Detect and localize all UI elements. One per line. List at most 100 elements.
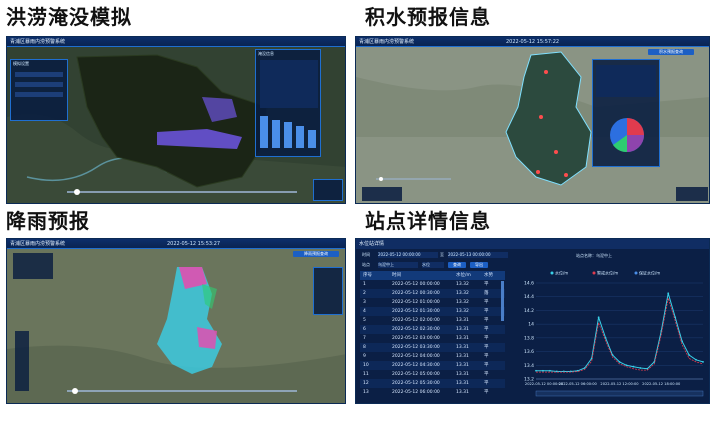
waterlog-corner-widget[interactable]: [676, 187, 708, 201]
waterlog-forecast-screen: 青浦区暴雨内涝预警系统 2022-05-12 15:57:22 积水预报查询: [355, 36, 710, 204]
flood-side-field[interactable]: [15, 92, 63, 97]
data-point: [681, 340, 684, 343]
table-cell: 平: [484, 354, 489, 359]
waterlog-query-button[interactable]: 积水预报查询: [648, 49, 694, 55]
waterlog-pie-chart: [596, 65, 656, 153]
table-cell: 平: [484, 345, 489, 350]
waterlog-info-panel: [592, 59, 660, 167]
table-row[interactable]: 12 2022-05-12 05:30:00 13.31 平: [360, 379, 505, 388]
station-station-label: 站点: [362, 262, 370, 267]
column-header: 时间: [392, 273, 401, 278]
table-row[interactable]: 2 2022-05-12 00:30:00 13.32 落: [360, 289, 505, 298]
waterlog-header: 青浦区暴雨内涝预警系统 2022-05-12 15:57:22: [356, 37, 709, 47]
legend-swatch: [550, 271, 554, 275]
station-type-select[interactable]: 水位: [422, 262, 444, 268]
table-cell: 平: [484, 381, 489, 386]
data-point: [639, 367, 642, 369]
station-detail-screen: 水位站详情 时间 2022-05-12 00:00:00 至 2022-05-1…: [355, 238, 710, 404]
table-cell: 13.31: [456, 372, 469, 377]
data-point: [597, 316, 600, 319]
flood-simulation-screen: 青浦区暴雨内涝预警系统 模拟设置 淹没信息: [6, 36, 346, 204]
data-point: [583, 367, 586, 369]
station-table-scrollbar[interactable]: [501, 281, 504, 321]
x-tick-label: 2022-05-12 12:00:00: [600, 382, 639, 386]
table-cell: 平: [484, 309, 489, 314]
rain-header-time: 2022-05-12 15:53:27: [167, 241, 221, 247]
flood-side-field[interactable]: [15, 82, 63, 87]
column-header: 水势: [484, 273, 493, 278]
panel-title-rain: 降雨预报: [6, 209, 90, 233]
rain-map[interactable]: [7, 239, 346, 404]
station-query-button[interactable]: 查询: [448, 262, 466, 268]
y-tick-label: 14.2: [524, 308, 534, 314]
table-cell: 10: [363, 363, 369, 368]
table-cell: 2022-05-12 04:00:00: [392, 354, 440, 359]
table-row[interactable]: 10 2022-05-12 04:30:00 13.31 平: [360, 361, 505, 370]
table-row[interactable]: 6 2022-05-12 02:30:00 13.31 平: [360, 325, 505, 334]
rain-toolbar[interactable]: [15, 331, 29, 391]
table-cell: 平: [484, 336, 489, 341]
panel-title-flood: 洪涝淹没模拟: [6, 5, 132, 29]
data-point: [549, 369, 551, 372]
table-cell: 11: [363, 372, 369, 377]
column-header: 水位/m: [456, 273, 471, 278]
table-cell: 13.32: [456, 309, 469, 314]
table-cell: 8: [363, 345, 366, 350]
station-time-end-input[interactable]: 2022-05-13 00:00:00: [448, 252, 508, 258]
station-time-start-input[interactable]: 2022-05-12 00:00:00: [378, 252, 438, 258]
table-cell: 3: [363, 300, 366, 305]
table-cell: 落: [484, 291, 489, 296]
data-point: [542, 369, 544, 372]
legend-label: 警戒水位/m: [597, 270, 618, 276]
table-cell: 2022-05-12 06:00:00: [392, 390, 440, 395]
table-cell: 13.31: [456, 390, 469, 395]
legend-swatch: [592, 271, 596, 275]
table-cell: 平: [484, 372, 489, 377]
table-row[interactable]: 1 2022-05-12 00:00:00 13.32 平: [360, 280, 505, 289]
y-tick-label: 13.8: [524, 335, 534, 341]
table-cell: 2022-05-12 00:30:00: [392, 291, 440, 296]
station-station-select[interactable]: 乌泥中上: [378, 262, 418, 268]
waterlog-header-title: 青浦区暴雨内涝预警系统: [359, 39, 415, 45]
legend-label: 水位/m: [555, 270, 568, 276]
table-row[interactable]: 13 2022-05-12 06:00:00 13.31 平: [360, 388, 505, 397]
x-tick-label: 2022-05-12 18:00:00: [642, 382, 681, 386]
table-row[interactable]: 5 2022-05-12 02:00:00 13.31 平: [360, 316, 505, 325]
flood-header: 青浦区暴雨内涝预警系统: [7, 37, 345, 47]
legend-swatch: [634, 271, 638, 275]
flood-side-field[interactable]: [15, 72, 63, 77]
flood-side-panel-title: 模拟设置: [13, 61, 29, 66]
table-cell: 13.31: [456, 381, 469, 386]
table-row[interactable]: 11 2022-05-12 05:00:00 13.31 平: [360, 370, 505, 379]
table-cell: 平: [484, 300, 489, 305]
rain-forecast-screen: 青浦区暴雨内涝预警系统 2022-05-12 15:53:27 降雨预报查询: [6, 238, 346, 404]
station-table-header: 序号 时间 水位/m 水势: [360, 271, 505, 280]
x-tick-label: 2022-05-12 06:00:00: [559, 382, 598, 386]
y-tick-label: 14.4: [524, 294, 534, 300]
table-cell: 13.31: [456, 345, 469, 350]
flood-info-panel-title: 淹没信息: [258, 51, 274, 56]
rain-header: 青浦区暴雨内涝预警系统 2022-05-12 15:53:27: [7, 239, 345, 249]
table-cell: 13.31: [456, 327, 469, 332]
table-row[interactable]: 7 2022-05-12 03:00:00 13.31 平: [360, 334, 505, 343]
table-cell: 平: [484, 318, 489, 323]
rain-header-title: 青浦区暴雨内涝预警系统: [10, 241, 66, 247]
table-row[interactable]: 4 2022-05-12 01:30:00 13.32 平: [360, 307, 505, 316]
table-row[interactable]: 8 2022-05-12 03:30:00 13.31 平: [360, 343, 505, 352]
table-cell: 13.32: [456, 282, 469, 287]
flood-legend: [313, 179, 343, 201]
table-cell: 13.31: [456, 318, 469, 323]
table-cell: 13.32: [456, 291, 469, 296]
rain-query-button[interactable]: 降雨预报查询: [293, 251, 339, 257]
table-row[interactable]: 3 2022-05-12 01:00:00 13.32 平: [360, 298, 505, 307]
station-export-button[interactable]: 导出: [470, 262, 488, 268]
flood-side-panel[interactable]: 模拟设置: [10, 59, 68, 121]
table-cell: 1: [363, 282, 366, 287]
table-cell: 6: [363, 327, 366, 332]
table-cell: 2022-05-12 00:00:00: [392, 282, 440, 287]
table-row[interactable]: 9 2022-05-12 04:00:00 13.31 平: [360, 352, 505, 361]
table-cell: 平: [484, 282, 489, 287]
chart-toolbox[interactable]: [676, 261, 704, 267]
station-window-titlebar: 水位站详情: [356, 239, 709, 249]
station-chart-station-label: 站点名称：乌泥中上: [576, 253, 612, 258]
